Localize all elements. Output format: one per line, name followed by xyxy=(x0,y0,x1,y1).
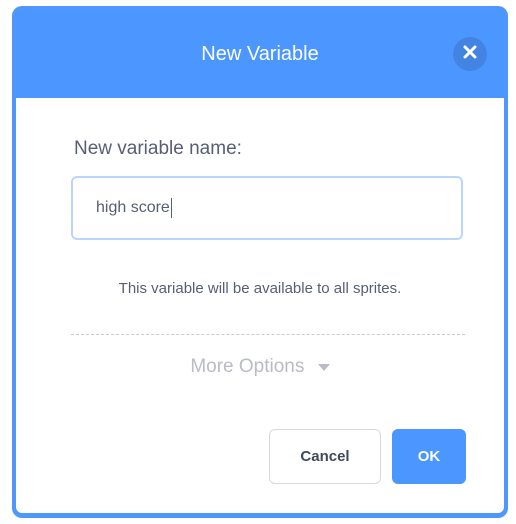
variable-name-input[interactable]: high score xyxy=(71,176,463,240)
dialog-header: New Variable xyxy=(16,10,504,98)
more-options-toggle[interactable]: More Options xyxy=(16,356,504,378)
dialog-content: New variable name: high score This varia… xyxy=(16,98,504,513)
more-options-label: More Options xyxy=(190,356,305,378)
caret-down-icon xyxy=(317,356,330,378)
cancel-button[interactable]: Cancel xyxy=(269,429,381,484)
text-caret xyxy=(170,198,172,218)
dashed-divider xyxy=(71,334,465,335)
new-variable-dialog: New Variable New variable name: high sco… xyxy=(12,6,508,518)
close-icon xyxy=(463,45,477,64)
scope-info-text: This variable will be available to all s… xyxy=(118,280,402,297)
close-button[interactable] xyxy=(453,37,487,71)
ok-button[interactable]: OK xyxy=(392,429,466,484)
variable-name-value: high score xyxy=(96,199,170,216)
dialog-title: New Variable xyxy=(201,42,319,65)
variable-name-label: New variable name: xyxy=(74,138,242,159)
